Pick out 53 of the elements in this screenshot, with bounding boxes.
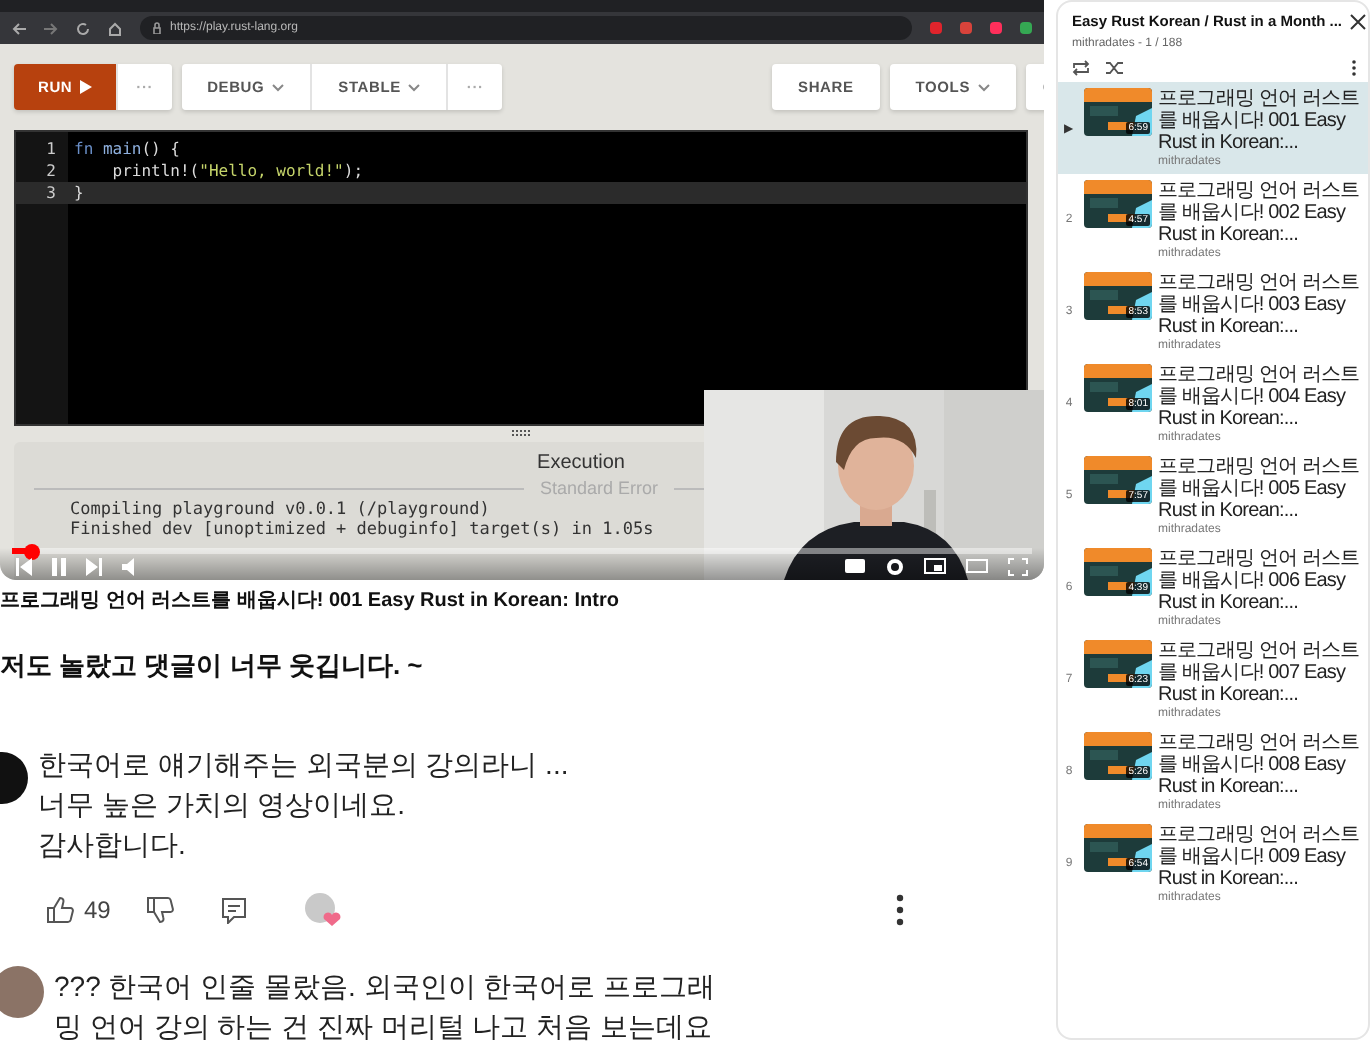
extension-icon[interactable] <box>960 22 972 34</box>
output-title: Execution <box>537 452 625 474</box>
extension-icon[interactable] <box>990 22 1002 34</box>
chevron-down-icon <box>978 83 990 91</box>
output-line: Finished dev [unoptimized + debuginfo] target(s) in 1.05s <box>70 520 654 540</box>
extension-icon[interactable] <box>930 22 942 34</box>
thumbs-up-icon[interactable] <box>46 896 74 924</box>
line-number: 1 <box>44 140 56 158</box>
code-editor[interactable]: 1 2 3 fn main() { println!("Hello, world!"); } <box>14 130 1028 426</box>
play-icon <box>80 80 93 94</box>
loop-icon[interactable] <box>1072 60 1090 76</box>
reload-icon <box>76 21 90 35</box>
captions-icon[interactable] <box>844 558 866 574</box>
more-icon[interactable] <box>896 894 904 926</box>
reply-icon[interactable] <box>222 897 247 923</box>
comment-text: ??? 한국어 인줄 몰랐음. 외국인이 한국어로 프로그래 밍 언어 강의 하는 건 진짜 머리털 나고 처음 보는데요 <box>52 968 718 1046</box>
forward-icon <box>44 21 58 35</box>
back-icon <box>12 21 26 35</box>
like-count: 49 <box>84 896 111 924</box>
settings-icon[interactable] <box>886 557 904 575</box>
item-title: 프로그래밍 언어 러스트를 배웁시다! 007 Easy Rust in Korean:... <box>1158 640 1362 706</box>
miniplayer-icon[interactable] <box>924 558 946 574</box>
fullscreen-icon[interactable] <box>1008 557 1028 575</box>
theater-mode-icon[interactable] <box>966 558 988 574</box>
shuffle-icon[interactable] <box>1106 60 1124 76</box>
chevron-down-icon <box>272 83 285 91</box>
creator-heart-icon[interactable] <box>304 892 345 928</box>
previous-icon[interactable] <box>16 557 32 575</box>
item-title: 프로그래밍 언어 러스트를 배웁시다! 001 Easy Rust in Korean:... <box>1158 88 1362 154</box>
extension-icon[interactable] <box>1020 22 1032 34</box>
close-icon[interactable] <box>1350 14 1367 30</box>
pause-icon[interactable] <box>52 557 66 575</box>
lock-icon <box>152 22 162 34</box>
next-icon[interactable] <box>86 557 102 575</box>
output-line: Compiling playground v0.0.1 (/playground) <box>70 500 490 520</box>
comment-text: 한국어로 얘기해주는 외국분의 강의라니 ... 너무 높은 가치의 영상이네요. 감사합니다. <box>38 746 571 864</box>
home-icon <box>108 21 122 35</box>
item-title: 프로그래밍 언어 러스트를 배웁시다! 009 Easy Rust in Korean:... <box>1158 824 1362 890</box>
code-line: println!("Hello, world!"); <box>110 160 366 182</box>
item-title: 프로그래밍 언어 러스트를 배웁시다! 002 Easy Rust in Korean:... <box>1158 180 1362 246</box>
line-number: 3 <box>44 184 56 202</box>
chevron-down-icon <box>408 83 421 91</box>
video-player[interactable] <box>0 0 1044 580</box>
item-title: 프로그래밍 언어 러스트를 배웁시다! 005 Easy Rust in Korean:... <box>1158 456 1362 522</box>
video-title: 프로그래밍 언어 러스트를 배웁시다! 001 Easy Rust in Korean: Intro <box>0 588 621 614</box>
thumbs-down-icon[interactable] <box>146 896 175 924</box>
item-title: 프로그래밍 언어 러스트를 배웁시다! 008 Easy Rust in Korean:... <box>1158 732 1362 798</box>
line-number: 2 <box>44 162 56 180</box>
item-title: 프로그래밍 언어 러스트를 배웁시다! 004 Easy Rust in Korean:... <box>1158 364 1362 430</box>
item-title: 프로그래밍 언어 러스트를 배웁시다! 003 Easy Rust in Korean:... <box>1158 272 1362 338</box>
code-line: fn main() { <box>72 138 182 160</box>
comment-text: 저도 놀랐고 댓글이 너무 웃깁니다. ~ <box>0 648 425 684</box>
item-title: 프로그래밍 언어 러스트를 배웁시다! 006 Easy Rust in Korean:... <box>1158 548 1362 614</box>
